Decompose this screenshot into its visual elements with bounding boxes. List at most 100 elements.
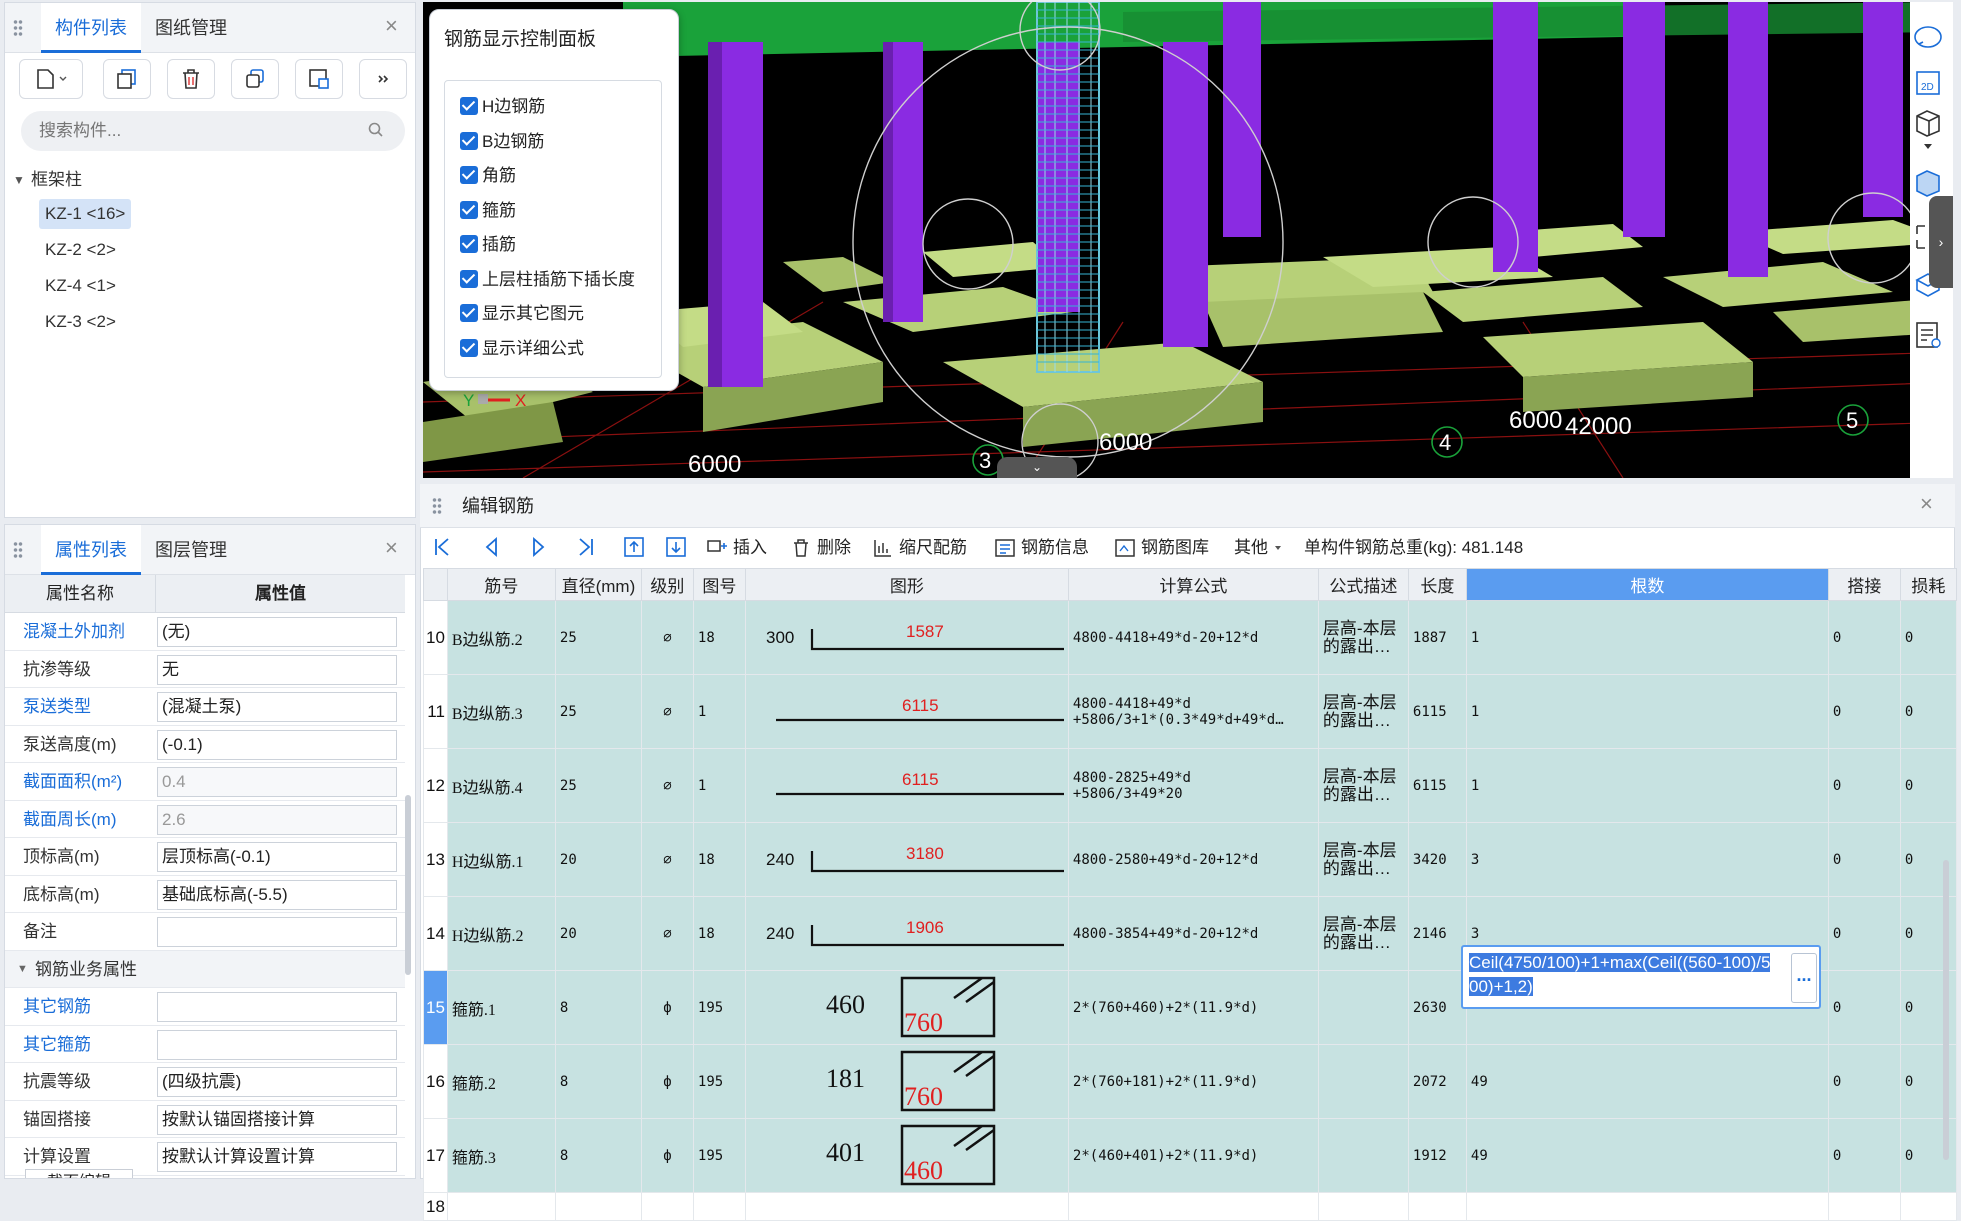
cell-fig-no[interactable]: 195 <box>692 1118 746 1193</box>
next-record-icon[interactable] <box>526 535 550 559</box>
chevron-down-icon[interactable] <box>1911 140 1945 156</box>
cell-lap[interactable]: 0 <box>1827 896 1901 971</box>
duplicate-button[interactable] <box>231 59 279 99</box>
checkbox-stirrup[interactable]: 箍筋 <box>460 196 516 226</box>
table-row[interactable]: 13 H边纵筋.1 20 ⌀ 18 240 3180 4800-2580+49*… <box>423 822 1957 897</box>
col-header-shape[interactable]: 图形 <box>744 568 1069 601</box>
cell-count[interactable]: 49 <box>1465 1044 1829 1119</box>
tree-item[interactable]: KZ-4 <1> <box>39 271 122 301</box>
row-index[interactable]: 13 <box>423 822 448 897</box>
cell-shape[interactable]: 6115 <box>744 674 1069 749</box>
cell-desc[interactable] <box>1317 1044 1409 1119</box>
cell-length[interactable]: 2630 <box>1407 970 1467 1045</box>
property-value[interactable]: (混凝土泵) <box>157 692 397 722</box>
cell-fig-no[interactable]: 1 <box>692 674 746 749</box>
cell-length[interactable]: 6115 <box>1407 748 1467 823</box>
checkbox-b-rebar[interactable]: B边钢筋 <box>460 127 544 157</box>
tree-expand-icon[interactable]: ▼ <box>13 173 25 187</box>
cell-formula[interactable]: 4800-2580+49*d-20+12*d <box>1067 822 1319 897</box>
cell-bar-no[interactable]: B边纵筋.2 <box>446 600 556 675</box>
ellipsis-button[interactable]: ... <box>1791 953 1817 1003</box>
cell-desc[interactable]: 层高-本层的露出… <box>1317 600 1409 675</box>
cell-count[interactable]: 1 <box>1465 600 1829 675</box>
property-value[interactable]: 2.6 <box>157 804 397 835</box>
col-header-diameter[interactable]: 直径(mm) <box>554 568 642 601</box>
row-index[interactable]: 14 <box>423 896 448 971</box>
property-value[interactable] <box>157 917 397 947</box>
cell-count[interactable]: 49 <box>1465 1118 1829 1193</box>
property-group[interactable]: ▼ 钢筋业务属性 <box>5 950 405 988</box>
cell-diameter[interactable]: 8 <box>554 1044 642 1119</box>
cell-formula[interactable]: 4800-4418+49*d-20+12*d <box>1067 600 1319 675</box>
cell-desc[interactable]: 层高-本层的露出… <box>1317 674 1409 749</box>
cell-grade[interactable]: ⌀ <box>640 896 694 971</box>
orbit-icon[interactable] <box>1911 20 1945 54</box>
cell-length[interactable]: 1887 <box>1407 600 1467 675</box>
cell-formula[interactable]: 4800-4418+49*d +5806/3+1*(0.3*49*d+49*d… <box>1067 674 1319 749</box>
save-button[interactable] <box>295 59 343 99</box>
table-row[interactable]: 16 箍筋.2 8 ф 195 181 760 2*(760+181)+2*(1… <box>423 1044 1957 1119</box>
row-index[interactable]: 15 <box>423 970 448 1045</box>
row-index[interactable]: 16 <box>423 1044 448 1119</box>
table-row[interactable]: 10 B边纵筋.2 25 ⌀ 18 300 1587 4800-4418+49*… <box>423 600 1957 675</box>
col-header-formula[interactable]: 计算公式 <box>1067 568 1319 601</box>
cell-count[interactable]: 1 <box>1465 674 1829 749</box>
side-expand-handle[interactable]: › <box>1929 196 1953 288</box>
property-value[interactable] <box>157 992 397 1022</box>
cell-desc[interactable]: 层高-本层的露出… <box>1317 822 1409 897</box>
cell-desc[interactable] <box>1317 1118 1409 1193</box>
cell-shape[interactable]: 460 760 <box>744 970 1069 1045</box>
cell-loss[interactable]: 0 <box>1899 600 1957 675</box>
prev-record-icon[interactable] <box>480 535 504 559</box>
cell-shape[interactable]: 181 760 <box>744 1044 1069 1119</box>
col-header-desc[interactable]: 公式描述 <box>1317 568 1409 601</box>
property-value[interactable]: 基础底标高(-5.5) <box>157 879 397 910</box>
tree-item[interactable]: KZ-3 <2> <box>39 307 122 337</box>
cell-bar-no[interactable]: H边纵筋.2 <box>446 896 556 971</box>
col-header-bar-no[interactable]: 筋号 <box>446 568 556 601</box>
cell-diameter[interactable]: 25 <box>554 674 642 749</box>
search-icon[interactable] <box>367 121 385 139</box>
property-row[interactable]: 泵送类型 (混凝土泵) <box>5 688 405 726</box>
property-row[interactable]: 备注 <box>5 913 405 951</box>
last-record-icon[interactable] <box>574 535 598 559</box>
rebar-info-button[interactable]: 钢筋信息 <box>994 534 1089 562</box>
cell-fig-no[interactable]: 195 <box>692 970 746 1045</box>
cell-count[interactable]: 1 <box>1465 748 1829 823</box>
property-row[interactable]: 截面周长(m) 2.6 <box>5 801 405 838</box>
delete-row-button[interactable]: 删除 <box>790 534 851 562</box>
cell-length[interactable]: 6115 <box>1407 674 1467 749</box>
cell-loss[interactable]: 0 <box>1899 674 1957 749</box>
cell-lap[interactable]: 0 <box>1827 1044 1901 1119</box>
col-header-fig-no[interactable]: 图号 <box>692 568 746 601</box>
cell-length[interactable]: 2072 <box>1407 1044 1467 1119</box>
cell-shape[interactable]: 300 1587 <box>744 600 1069 675</box>
search-input[interactable] <box>21 111 405 151</box>
cell-bar-no[interactable]: 箍筋.1 <box>446 970 556 1045</box>
other-dropdown[interactable]: 其他 <box>1234 534 1283 562</box>
cell-formula[interactable]: 2*(760+181)+2*(11.9*d) <box>1067 1044 1319 1119</box>
tree-item[interactable]: KZ-2 <2> <box>39 235 122 265</box>
move-up-icon[interactable] <box>622 535 646 559</box>
property-row[interactable]: 顶标高(m) 层顶标高(-0.1) <box>5 838 405 876</box>
cell-formula[interactable]: 4800-3854+49*d-20+12*d <box>1067 896 1319 971</box>
cell-fig-no[interactable]: 18 <box>692 600 746 675</box>
cell-lap[interactable]: 0 <box>1827 600 1901 675</box>
table-row[interactable]: 17 箍筋.3 8 ф 195 401 460 2*(460+401)+2*(1… <box>423 1118 1957 1193</box>
cell-shape[interactable]: 240 1906 <box>744 896 1069 971</box>
2d-view-icon[interactable]: 2D <box>1911 66 1945 100</box>
cell-bar-no[interactable]: B边纵筋.3 <box>446 674 556 749</box>
cell-diameter[interactable]: 20 <box>554 896 642 971</box>
new-component-button[interactable] <box>19 59 83 99</box>
drag-handle-icon[interactable] <box>13 19 23 37</box>
first-record-icon[interactable] <box>430 535 454 559</box>
property-value[interactable]: 层顶标高(-0.1) <box>157 842 397 872</box>
solid-box-icon[interactable] <box>1911 166 1945 200</box>
property-value[interactable]: 按默认锚固搭接计算 <box>157 1104 397 1135</box>
close-icon[interactable]: × <box>1920 491 1933 517</box>
checkbox-upper-dowel-length[interactable]: 上层柱插筋下插长度 <box>460 265 635 295</box>
cell-diameter[interactable]: 8 <box>554 1118 642 1193</box>
close-icon[interactable]: × <box>385 535 398 561</box>
cell-length[interactable]: 2146 <box>1407 896 1467 971</box>
cell-diameter[interactable]: 8 <box>554 970 642 1045</box>
